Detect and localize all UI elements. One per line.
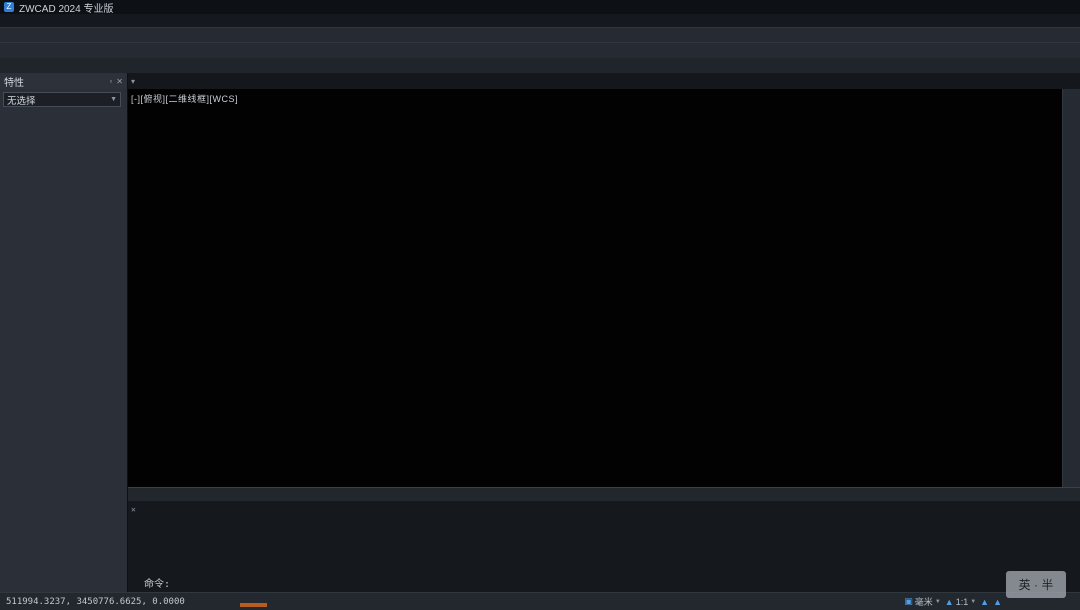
command-history[interactable]: ✕ 命令: (128, 501, 1080, 592)
properties-panel: 无选择 ▼ (0, 89, 128, 592)
units-label: 毫米 (915, 595, 933, 608)
selection-dropdown[interactable]: 无选择 ▼ (3, 92, 121, 107)
project-menubar (0, 58, 1080, 73)
titlebar: Z ZWCAD 2024 专业版 (0, 0, 1080, 14)
zwcad-window: { "window": { "title": "ZWCAD 2024 专业版" … (0, 0, 1080, 607)
chevron-down-icon: ▼ (110, 96, 117, 103)
statusbar: 511994.3237, 3450776.6625, 0.0000 ▣ 毫米 ▼… (0, 592, 1080, 610)
command-prompt[interactable]: 命令: (144, 579, 1076, 590)
chevron-down-icon: ▼ (970, 599, 976, 605)
panel-autohide-icon[interactable]: ▫ (109, 77, 112, 86)
units-icon: ▣ (904, 596, 913, 607)
drawing-tabbar: 特性 ▫ ✕ ▾ (0, 73, 1080, 89)
taskbar-hint (240, 603, 267, 607)
draw-row: [-][俯视][二维线框][WCS] (128, 89, 1080, 487)
window-title: ZWCAD 2024 专业版 (19, 0, 113, 15)
tab-list-dropdown[interactable]: ▾ (128, 73, 138, 89)
panel-title: 特性 (4, 74, 24, 89)
selection-row: 无选择 ▼ (0, 89, 127, 109)
units-toggle[interactable]: ▣ 毫米 ▼ (904, 595, 940, 608)
chevron-down-icon: ▼ (935, 599, 941, 605)
main-area: 无选择 ▼ [-][俯视][二维线框][WCS] ✕ 命令: (0, 89, 1080, 592)
layers-dimension-toolbar (0, 42, 1080, 58)
cad-drawing[interactable] (128, 89, 1062, 487)
annotation-autoscale-icon[interactable]: ▲ (993, 597, 1002, 607)
command-close-icon[interactable]: ✕ (131, 504, 136, 515)
annotation-visibility-icon[interactable]: ▲ (980, 597, 989, 607)
annotation-scale-control[interactable]: ▲ 1:1 ▼ (945, 597, 976, 607)
drawing-viewport[interactable]: [-][俯视][二维线框][WCS] (128, 89, 1062, 487)
right-column: [-][俯视][二维线框][WCS] ✕ 命令: (128, 89, 1080, 592)
ime-indicator: 英 · 半 (1006, 571, 1066, 598)
annotation-scale-icon: ▲ (945, 597, 954, 607)
layout-tabbar (128, 488, 1080, 501)
status-right: ▣ 毫米 ▼ ▲ 1:1 ▼ ▲ ▲ (904, 595, 1002, 608)
modify-toolbar (1062, 89, 1080, 487)
coordinates-readout: 511994.3237, 3450776.6625, 0.0000 (6, 597, 422, 607)
zwcad-logo-icon: Z (4, 2, 14, 12)
properties-panel-header: 特性 ▫ ✕ (0, 73, 128, 89)
standard-toolbar (0, 27, 1080, 42)
menubar (0, 14, 1080, 27)
annotation-scale-value: 1:1 (956, 597, 969, 607)
selection-value: 无选择 (7, 93, 36, 107)
viewport-controls-label[interactable]: [-][俯视][二维线框][WCS] (131, 92, 238, 105)
panel-close-icon[interactable]: ✕ (116, 77, 123, 86)
command-window: ✕ 命令: (128, 487, 1080, 592)
